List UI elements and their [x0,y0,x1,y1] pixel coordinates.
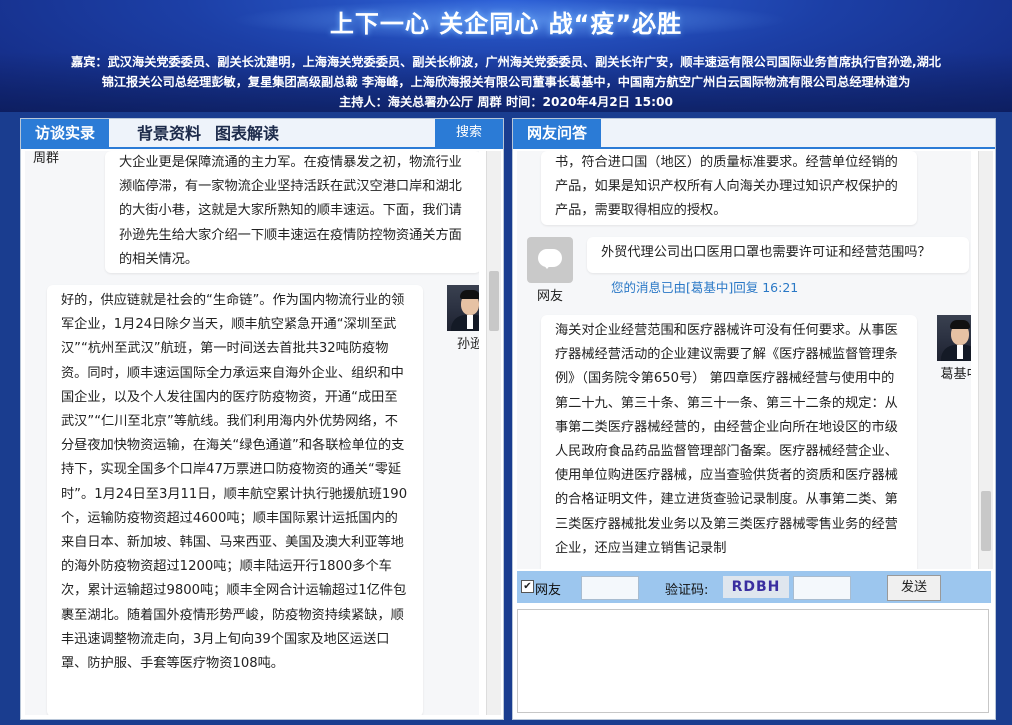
interview-tabbar: 访谈实录 背景资料 图表解读 搜索 [21,119,503,149]
interview-transcript[interactable]: 周群 大企业更是保障流通的主力军。在疫情暴发之初，物流行业濒临停滞，有一家物流企… [25,151,479,715]
guest-line-2: 锦江报关公司总经理彭敏，复星集团高级副总裁 李海峰，上海欣海报关有限公司董事长葛… [101,75,911,89]
avatar-hair [460,290,479,299]
reply-status: 您的消息已由[葛基中]回复 16:21 [611,280,799,295]
search-button[interactable]: 搜索 [435,119,503,147]
scrollbar-thumb[interactable] [981,491,991,551]
captcha-label: 验证码: [665,583,709,598]
chat-bubble-icon [538,249,562,269]
captcha-image[interactable]: RDBH [723,576,789,598]
previous-answer: 书，符合进口国（地区）的质量标准要求。经营单位经销的产品，如果是知识产权所有人向… [541,151,917,225]
avatar-hair [950,320,970,329]
nickname-input[interactable] [581,576,639,600]
post-form: ✔ 网友 验证码: RDBH 发送 [517,571,991,603]
question-message: 外贸代理公司出口医用口罩也需要许可证和经营范围吗？ [587,237,969,273]
avatar-suit [451,315,479,331]
qa-scrollbar[interactable] [978,151,993,569]
netizen-avatar [527,237,573,283]
speaker-message: 好的，供应链就是社会的“生命链”。作为国内物流行业的领军企业，1月24日除夕当天… [47,285,423,715]
question-user: 网友 [536,289,563,304]
header-banner: 上下一心 关企同心 战“疫”必胜 嘉宾：武汉海关党委委员、副关长沈建明，上海海关… [0,0,1012,112]
netizen-checkbox[interactable]: ✔ [521,580,534,593]
checkbox-label: 网友 [535,583,562,598]
qa-tabbar: 网友问答 [513,119,995,149]
qa-thread[interactable]: 书，符合进口国（地区）的质量标准要求。经营单位经销的产品，如果是知识产权所有人向… [517,151,971,569]
interview-scrollbar[interactable] [486,151,501,715]
message-textarea[interactable] [517,609,989,713]
host-info: 主持人：海关总署办公厅 周群 时间：2020年4月2日 15:00 [339,95,673,109]
speaker-avatar [447,285,479,331]
tab-netizen-qa[interactable]: 网友问答 [513,119,602,147]
host-message: 大企业更是保障流通的主力军。在疫情暴发之初，物流行业濒临停滞，有一家物流企业坚持… [105,151,479,273]
guests-text-1: 武汉海关党委委员、副关长沈建明，上海海关党委委员、副关长柳波，广州海关党委委员、… [107,55,941,69]
qa-panel: 网友问答 书，符合进口国（地区）的质量标准要求。经营单位经销的产品，如果是知识产… [512,118,996,720]
avatar-suit [941,345,971,361]
page-title: 上下一心 关企同心 战“疫”必胜 [329,10,683,38]
guest-line-1: 嘉宾：武汉海关党委委员、副关长沈建明，上海海关党委委员、副关长柳波，广州海关党委… [6,52,1006,72]
answer-avatar [937,315,971,361]
tab-chart-reading[interactable]: 图表解读 [215,119,279,147]
send-button[interactable]: 发送 [887,575,941,601]
guests-label: 嘉宾： [71,55,108,69]
captcha-input[interactable] [793,576,851,600]
answer-message: 海关对企业经营范围和医疗器械许可没有任何要求。从事医疗器械经营活动的企业建议需要… [541,315,917,569]
tab-interview-record[interactable]: 访谈实录 [21,119,110,147]
answer-name: 葛基中 [940,367,971,382]
avatar-shirt [957,345,963,359]
host-name: 周群 [33,151,60,166]
avatar-shirt [467,315,473,329]
scrollbar-thumb[interactable] [489,271,499,331]
speaker-name: 孙逊 [456,337,479,352]
tab-background[interactable]: 背景资料 [137,119,201,147]
guest-list: 嘉宾：武汉海关党委委员、副关长沈建明，上海海关党委委员、副关长柳波，广州海关党委… [6,52,1006,92]
interview-panel: 访谈实录 背景资料 图表解读 搜索 周群 大企业更是保障流通的主力军。在疫情暴发… [20,118,504,720]
